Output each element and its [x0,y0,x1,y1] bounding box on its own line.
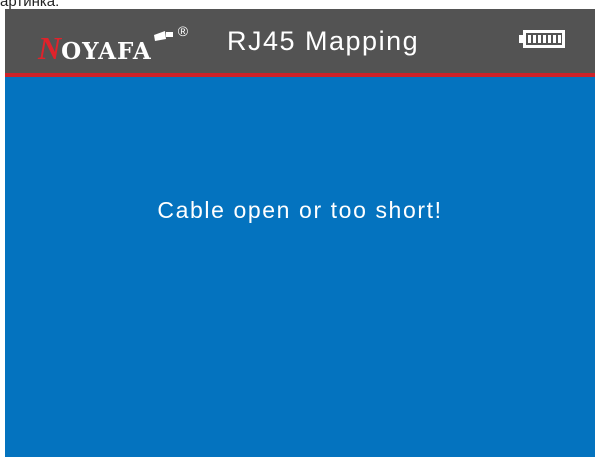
registered-mark: ® [177,23,189,39]
brand-logo: N OYAFA ® [38,21,189,65]
page: артинка: N OYAFA ® RJ45 Mapping Cable op… [0,0,601,457]
battery-cell [538,35,541,43]
brand-logo-text: N OYAFA [38,30,152,66]
battery-full-icon [519,30,565,48]
device-screen: N OYAFA ® RJ45 Mapping Cable open or too … [5,9,595,457]
battery-cell [553,35,556,43]
battery-cell [548,35,551,43]
brand-logo-letter-n: N [38,30,62,66]
brand-plug-icon [153,31,173,41]
status-message: Cable open or too short! [157,197,443,223]
battery-cell [533,35,536,43]
title-underline [5,73,595,77]
battery-cell [558,35,561,43]
screen-title: RJ45 Mapping [227,26,420,56]
battery-cell [528,35,531,43]
title-bar: N OYAFA ® RJ45 Mapping [5,9,595,73]
battery-cell [543,35,546,43]
brand-logo-name: OYAFA [61,38,152,65]
